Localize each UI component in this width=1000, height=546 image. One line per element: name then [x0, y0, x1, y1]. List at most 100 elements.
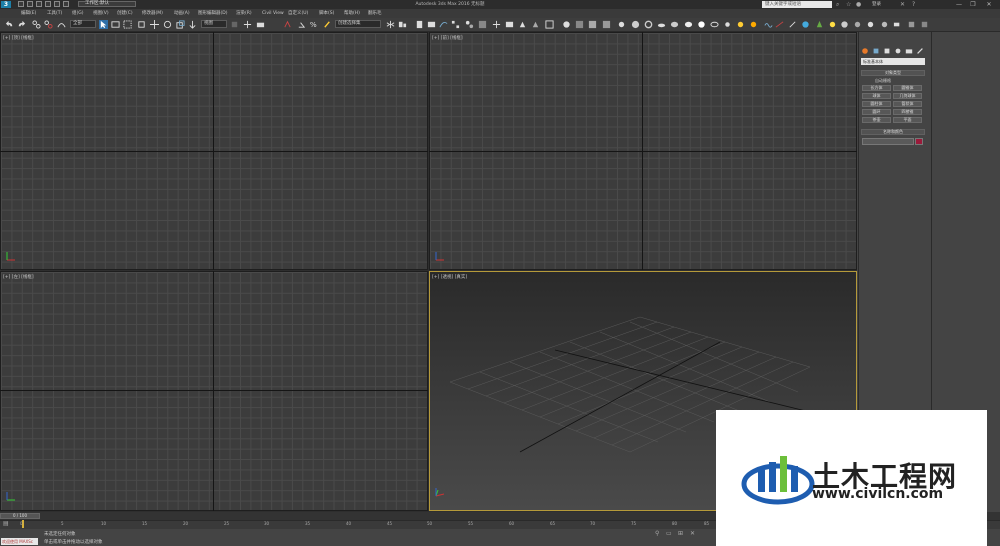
user-icon[interactable]: ● — [856, 1, 861, 8]
pivot-center-icon[interactable] — [230, 20, 239, 29]
render-iterative-icon[interactable] — [531, 20, 540, 29]
create-shapes-icon[interactable] — [575, 20, 584, 29]
scale-icon[interactable] — [176, 20, 185, 29]
light-icon[interactable] — [617, 20, 626, 29]
cone-button[interactable]: 圆锥体 — [893, 85, 922, 91]
display-tab-icon[interactable] — [905, 47, 913, 55]
tube-button[interactable]: 管状体 — [893, 101, 922, 107]
menu-help[interactable]: 帮助(H) — [344, 9, 360, 18]
omni-light-icon[interactable] — [880, 20, 889, 29]
sun-icon[interactable] — [736, 20, 745, 29]
render-frame-window-icon[interactable] — [545, 20, 554, 29]
undo-quick-icon[interactable] — [45, 1, 51, 7]
link-icon[interactable] — [32, 20, 41, 29]
keyboard-shortcut-icon[interactable] — [256, 20, 265, 29]
utilities-icon[interactable] — [920, 20, 929, 29]
spacewarp-icon[interactable] — [907, 20, 916, 29]
angle-snap-icon[interactable] — [297, 20, 306, 29]
bind-space-warp-icon[interactable] — [57, 20, 66, 29]
coordinate-x-icon[interactable]: ✕ — [690, 530, 695, 537]
camera-icon[interactable] — [893, 20, 902, 29]
curve-editor-icon[interactable] — [439, 20, 448, 29]
globe-icon[interactable] — [801, 20, 810, 29]
create-torus-icon[interactable] — [644, 20, 653, 29]
ribbon-toggle-icon[interactable] — [427, 20, 436, 29]
login-button[interactable]: 登录 — [872, 1, 881, 8]
create-cone-icon[interactable] — [684, 20, 693, 29]
system-icon[interactable] — [853, 20, 862, 29]
render-setup-icon[interactable] — [492, 20, 501, 29]
exchange-icon[interactable]: ✕ — [900, 1, 905, 8]
menu-create[interactable]: 创建(C) — [117, 9, 133, 18]
standard-light-icon[interactable] — [723, 20, 732, 29]
menu-views[interactable]: 视图(V) — [93, 9, 109, 18]
wave-icon[interactable] — [764, 20, 773, 29]
snaps-toggle-icon[interactable] — [283, 20, 292, 29]
object-name-input[interactable] — [862, 138, 914, 145]
search-input[interactable]: 键入关键字或短语 — [762, 1, 832, 8]
category-dropdown[interactable]: 标准基本体 — [861, 58, 925, 65]
menu-tools[interactable]: 工具(T) — [47, 9, 62, 18]
new-file-icon[interactable] — [18, 1, 24, 7]
rotate-icon[interactable] — [163, 20, 172, 29]
viewport-top-label[interactable]: [+] [顶] [线框] — [3, 35, 34, 41]
create-tab-icon[interactable] — [861, 47, 869, 55]
minimize-button[interactable]: — — [952, 0, 966, 9]
open-file-icon[interactable] — [27, 1, 33, 7]
name-color-rollout[interactable]: 名称和颜色 — [861, 129, 925, 135]
select-by-name-icon[interactable] — [111, 20, 120, 29]
teapot-button[interactable]: 茶壶 — [862, 117, 891, 123]
percent-snap-icon[interactable]: % — [309, 20, 318, 29]
render-production-icon[interactable] — [518, 20, 527, 29]
skylight-icon[interactable] — [749, 20, 758, 29]
box-button[interactable]: 长方体 — [862, 85, 891, 91]
rect-selection-icon[interactable] — [123, 20, 132, 29]
cylinder-button[interactable]: 圆柱体 — [862, 101, 891, 107]
menu-rendering[interactable]: 渲染(R) — [236, 9, 252, 18]
create-box-icon[interactable] — [588, 20, 597, 29]
star-icon[interactable]: ☆ — [846, 1, 851, 8]
selection-filter-dropdown[interactable]: 全部 — [70, 20, 96, 28]
autogrid-checkbox[interactable]: 自动栅格 — [875, 78, 891, 84]
menu-civil-view[interactable]: Civil View — [262, 9, 284, 18]
viewport-left-label[interactable]: [+] [左] [线框] — [3, 274, 34, 280]
project-folder-icon[interactable] — [63, 1, 69, 7]
viewport-left[interactable] — [0, 271, 428, 511]
sphere-button[interactable]: 球体 — [862, 93, 891, 99]
restore-button[interactable]: ❐ — [966, 0, 980, 9]
track-bar-icon[interactable]: ▤ — [3, 520, 9, 527]
mirror-icon[interactable] — [386, 20, 395, 29]
manipulate-icon[interactable] — [243, 20, 252, 29]
utilities-tab-icon[interactable] — [916, 47, 924, 55]
create-sphere-icon[interactable] — [631, 20, 640, 29]
helper-icon[interactable] — [788, 20, 797, 29]
workspace-dropdown[interactable]: 工作区:默认 — [78, 1, 136, 7]
geosphere-button[interactable]: 几何球体 — [893, 93, 922, 99]
particle-icon[interactable] — [775, 20, 784, 29]
environment-icon[interactable] — [840, 20, 849, 29]
redo-quick-icon[interactable] — [54, 1, 60, 7]
target-light-icon[interactable] — [866, 20, 875, 29]
eye-icon[interactable] — [710, 20, 719, 29]
edit-named-selection-icon[interactable] — [323, 20, 332, 29]
menu-animation[interactable]: 动画(A) — [174, 9, 190, 18]
object-color-swatch[interactable] — [915, 138, 923, 145]
torus-button[interactable]: 圆环 — [862, 109, 891, 115]
binoculars-icon[interactable]: ⌕ — [836, 1, 839, 8]
save-file-icon[interactable] — [36, 1, 42, 7]
motion-tab-icon[interactable] — [894, 47, 902, 55]
align-icon[interactable] — [398, 20, 407, 29]
unlink-icon[interactable] — [44, 20, 53, 29]
isolate-icon[interactable]: ▭ — [666, 530, 672, 537]
reference-coordinate-dropdown[interactable]: 视图 — [201, 20, 227, 28]
menu-graph-editors[interactable]: 图形编辑器(D) — [198, 9, 227, 18]
menu-hair[interactable]: 翻乐毛 — [368, 9, 382, 18]
hierarchy-tab-icon[interactable] — [883, 47, 891, 55]
app-menu-button[interactable]: 3 — [1, 1, 11, 8]
material-editor-icon[interactable] — [465, 20, 474, 29]
menu-modifiers[interactable]: 修改器(M) — [142, 9, 163, 18]
menu-customize[interactable]: 自定义(U) — [288, 9, 308, 18]
pyramid-button[interactable]: 四棱锥 — [893, 109, 922, 115]
object-type-rollout[interactable]: 对象类型 — [861, 70, 925, 76]
undo-icon[interactable] — [5, 20, 14, 29]
